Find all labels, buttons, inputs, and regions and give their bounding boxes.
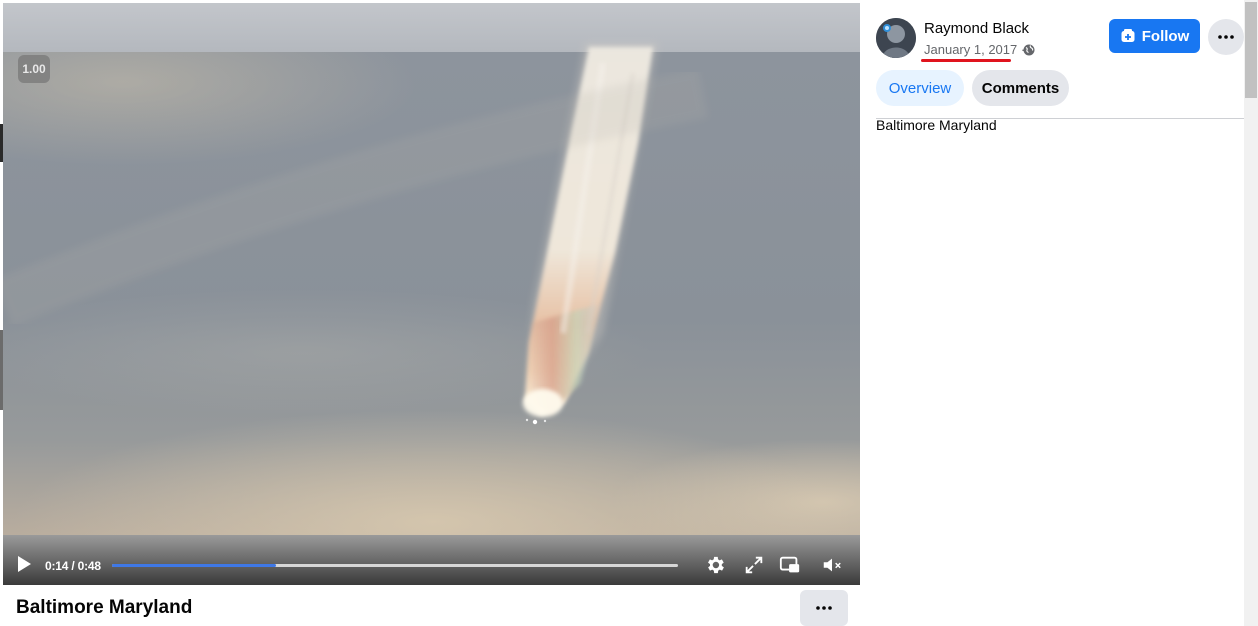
gear-icon[interactable] [704, 554, 726, 576]
scrollbar-thumb[interactable] [1245, 2, 1257, 98]
post-date[interactable]: January 1, 2017 · [924, 42, 1025, 57]
contrail-image [3, 43, 708, 425]
tab-overview[interactable]: Overview [876, 70, 964, 106]
video-player[interactable]: 1.00 0:14 / 0:48 [3, 3, 860, 585]
page-scrollbar[interactable] [1244, 0, 1258, 626]
picture-in-picture-icon[interactable] [779, 554, 801, 576]
ellipsis-icon [816, 606, 832, 610]
date-red-underline [921, 59, 1011, 62]
author-name[interactable]: Raymond Black [924, 20, 1029, 37]
post-description: Baltimore Maryland [876, 117, 997, 133]
video-title: Baltimore Maryland [16, 597, 193, 618]
expand-icon[interactable] [743, 554, 765, 576]
follow-label: Follow [1141, 27, 1190, 45]
avatar[interactable] [876, 18, 916, 58]
post-more-options-button[interactable] [1208, 19, 1244, 55]
progress-fill [112, 564, 277, 567]
globe-icon [1023, 44, 1035, 56]
progress-bar[interactable] [112, 564, 678, 567]
volume-muted-icon[interactable] [821, 554, 843, 576]
post-details-panel: Raymond Black January 1, 2017 · Follow O… [860, 0, 1244, 626]
play-icon[interactable] [15, 554, 33, 574]
avatar-image [876, 18, 916, 58]
ellipsis-icon [1218, 35, 1234, 39]
time-display: 0:14 / 0:48 [45, 559, 101, 573]
video-controls: 0:14 / 0:48 [3, 546, 860, 582]
post-date-text[interactable]: January 1, 2017 [924, 42, 1017, 57]
follow-button[interactable]: Follow [1109, 19, 1200, 53]
playback-speed-badge[interactable]: 1.00 [18, 55, 50, 83]
tab-comments[interactable]: Comments [972, 70, 1069, 106]
follow-plus-icon [1121, 29, 1135, 42]
video-more-options-button[interactable] [800, 590, 848, 626]
